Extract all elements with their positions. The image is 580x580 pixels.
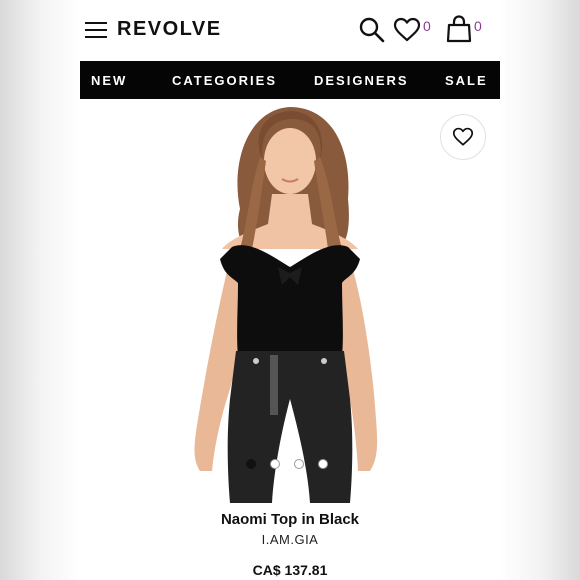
carousel-dot-2[interactable] (270, 459, 280, 469)
carousel-dot-1[interactable] (246, 459, 256, 469)
carousel-dot-3[interactable] (294, 459, 304, 469)
mobile-page: REVOLVE 0 0 NEW CATEGORIES DESIGNERS SAL… (80, 0, 500, 580)
bag-count-badge: 0 (474, 18, 482, 34)
product-image-carousel[interactable] (80, 99, 500, 503)
product-price: CA$ 137.81 (252, 562, 328, 578)
shopping-bag-icon[interactable] (446, 14, 472, 44)
heart-outline-icon (452, 127, 474, 146)
main-navigation: NEW CATEGORIES DESIGNERS SALE (80, 61, 500, 99)
product-name[interactable]: Naomi Top in Black (80, 511, 500, 528)
search-icon[interactable] (358, 16, 386, 44)
site-header: REVOLVE 0 0 (80, 0, 500, 60)
nav-item-new[interactable]: NEW (91, 73, 127, 88)
wishlist-heart-icon[interactable] (393, 17, 421, 43)
nav-item-designers[interactable]: DESIGNERS (314, 73, 409, 88)
nav-item-categories[interactable]: CATEGORIES (172, 73, 277, 88)
carousel-pagination (242, 459, 332, 471)
product-photo (194, 107, 378, 503)
add-to-favorites-button[interactable] (440, 114, 486, 160)
product-brand[interactable]: I.AM.GIA (80, 532, 500, 547)
hamburger-menu-icon[interactable] (85, 22, 107, 38)
wishlist-count-badge: 0 (423, 18, 431, 34)
nav-item-sale[interactable]: SALE (445, 73, 488, 88)
revolve-logo[interactable]: REVOLVE (117, 18, 222, 41)
carousel-dot-4[interactable] (318, 459, 328, 469)
